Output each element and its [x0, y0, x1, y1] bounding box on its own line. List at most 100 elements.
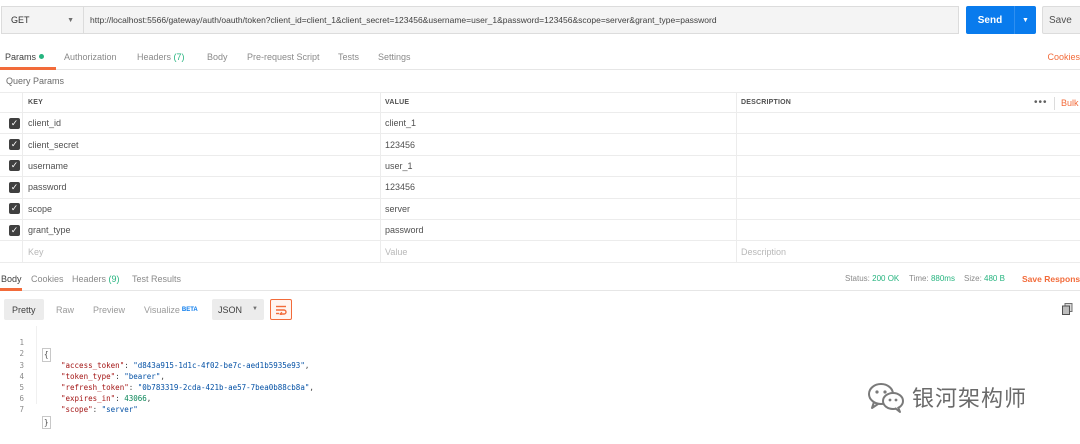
row-checkbox[interactable]: ✓ — [9, 156, 21, 176]
param-value[interactable]: server — [385, 199, 735, 219]
row-checkbox[interactable]: ✓ — [9, 134, 21, 154]
size-indicator: Size: 480 B — [964, 274, 1005, 283]
param-description[interactable] — [741, 113, 1021, 133]
size-label: Size: — [964, 274, 982, 283]
query-params-title: Query Params — [6, 76, 65, 86]
column-header-value: VALUE — [385, 99, 410, 106]
new-param-row: Key Value Description — [0, 241, 1080, 263]
tab-params-label: Params — [5, 52, 37, 62]
param-key[interactable]: password — [28, 177, 378, 197]
request-bar: GET ▼ http://localhost:5566/gateway/auth… — [0, 6, 1080, 34]
table-row: ✓ client_id client_1 — [0, 113, 1080, 135]
size-value: 480 B — [984, 274, 1005, 283]
param-value[interactable]: user_1 — [385, 156, 735, 176]
method-select[interactable]: GET ▼ — [1, 6, 83, 34]
format-value: JSON — [218, 304, 243, 315]
json-key: "scope" — [61, 405, 93, 415]
status-label: Status: — [845, 274, 870, 283]
visualize-label: Visualize — [144, 304, 180, 315]
checkmark-icon: ✓ — [9, 203, 20, 215]
tab-authorization[interactable]: Authorization — [64, 52, 117, 62]
tab-settings[interactable]: Settings — [378, 52, 411, 62]
wrap-lines-icon — [276, 305, 287, 315]
row-checkbox[interactable]: ✓ — [9, 177, 21, 197]
table-row: ✓ username user_1 — [0, 156, 1080, 178]
code-line: 4 "refresh_token": "0b783319-2cda-421b-a… — [0, 360, 1080, 392]
tab-headers[interactable]: Headers (7) — [137, 52, 185, 62]
tab-response-body[interactable]: Body — [1, 274, 22, 284]
save-button[interactable]: Save — [1042, 6, 1080, 34]
row-checkbox[interactable]: ✓ — [9, 113, 21, 133]
checkmark-icon: ✓ — [9, 160, 20, 172]
param-description[interactable] — [741, 134, 1021, 154]
response-tabs: Body Cookies Headers (9) Test Results St… — [0, 267, 1080, 291]
params-table: KEY VALUE DESCRIPTION ••• Bulk ✓ client_… — [0, 92, 1080, 263]
param-key[interactable]: username — [28, 156, 378, 176]
tab-headers-label: Headers — [137, 52, 172, 62]
view-preview-button[interactable]: Preview — [85, 299, 133, 320]
table-row: ✓ grant_type password — [0, 220, 1080, 242]
row-checkbox[interactable]: ✓ — [9, 220, 21, 240]
request-tabs: Params Authorization Headers (7) Body Pr… — [0, 46, 1080, 70]
tab-tests[interactable]: Tests — [338, 52, 359, 62]
cookies-link[interactable]: Cookies — [1047, 52, 1080, 62]
time-label: Time: — [909, 274, 929, 283]
tab-response-headers-label: Headers — [72, 274, 107, 284]
chevron-down-icon: ▼ — [67, 17, 74, 24]
param-value[interactable]: 123456 — [385, 134, 735, 154]
tab-headers-count: (7) — [173, 52, 185, 62]
view-pretty-button[interactable]: Pretty — [4, 299, 44, 320]
param-description[interactable] — [741, 199, 1021, 219]
json-value: "server" — [101, 405, 138, 415]
param-key[interactable]: grant_type — [28, 220, 378, 240]
send-button[interactable]: Send ▼ — [966, 6, 1036, 34]
json-entry: "scope": "server" — [61, 405, 138, 415]
params-table-header: KEY VALUE DESCRIPTION ••• Bulk — [0, 92, 1080, 113]
checkmark-icon: ✓ — [9, 117, 20, 129]
param-value[interactable]: password — [385, 220, 735, 240]
copy-icon[interactable] — [1062, 303, 1073, 317]
code-line: 2 "access_token": "d843a915-1d1c-4f02-be… — [0, 337, 1080, 369]
wrap-lines-button[interactable] — [270, 299, 292, 320]
line-number: 7 — [19, 405, 24, 415]
table-row: ✓ client_secret 123456 — [0, 134, 1080, 156]
url-input[interactable]: http://localhost:5566/gateway/auth/oauth… — [83, 6, 959, 34]
param-key[interactable]: client_id — [28, 113, 378, 133]
param-key[interactable]: client_secret — [28, 134, 378, 154]
tab-response-cookies[interactable]: Cookies — [31, 274, 64, 284]
header-divider — [1054, 97, 1055, 110]
active-tab-indicator — [0, 67, 56, 70]
time-value: 880ms — [930, 274, 955, 283]
send-dropdown-chevron-icon[interactable]: ▼ — [1015, 17, 1036, 24]
new-value-input[interactable]: Value — [385, 241, 735, 261]
tab-params[interactable]: Params — [5, 52, 45, 62]
new-description-input[interactable]: Description — [741, 241, 1021, 261]
column-divider — [22, 92, 23, 263]
tab-response-headers[interactable]: Headers (9) — [72, 274, 120, 284]
code-line: 3 "token_type": "bearer", — [0, 348, 1080, 381]
view-raw-button[interactable]: Raw — [48, 299, 82, 320]
column-divider — [736, 92, 737, 263]
code-line: 1 { — [0, 326, 1080, 362]
param-value[interactable]: client_1 — [385, 113, 735, 133]
format-select[interactable]: JSON ▼ — [212, 299, 264, 320]
param-value[interactable]: 123456 — [385, 177, 735, 197]
new-key-input[interactable]: Key — [28, 241, 378, 261]
status-value: 200 OK — [872, 274, 900, 283]
param-description[interactable] — [741, 177, 1021, 197]
more-options-icon[interactable]: ••• — [1034, 93, 1048, 112]
save-response-button[interactable]: Save Response — [1022, 274, 1080, 284]
bulk-edit-link[interactable]: Bulk — [1061, 93, 1079, 112]
status-indicator: Status: 200 OK — [845, 274, 899, 283]
param-description[interactable] — [741, 156, 1021, 176]
tab-test-results[interactable]: Test Results — [132, 274, 181, 284]
active-response-tab-indicator — [0, 288, 22, 291]
tab-pre-request-script[interactable]: Pre-request Script — [247, 52, 320, 62]
view-visualize-button[interactable]: Visualize BETA — [136, 299, 206, 320]
params-active-dot-icon — [39, 54, 45, 59]
row-checkbox[interactable]: ✓ — [9, 199, 21, 219]
param-key[interactable]: scope — [28, 199, 378, 219]
send-label: Send — [977, 14, 1003, 26]
tab-body[interactable]: Body — [207, 52, 228, 62]
param-description[interactable] — [741, 220, 1021, 240]
